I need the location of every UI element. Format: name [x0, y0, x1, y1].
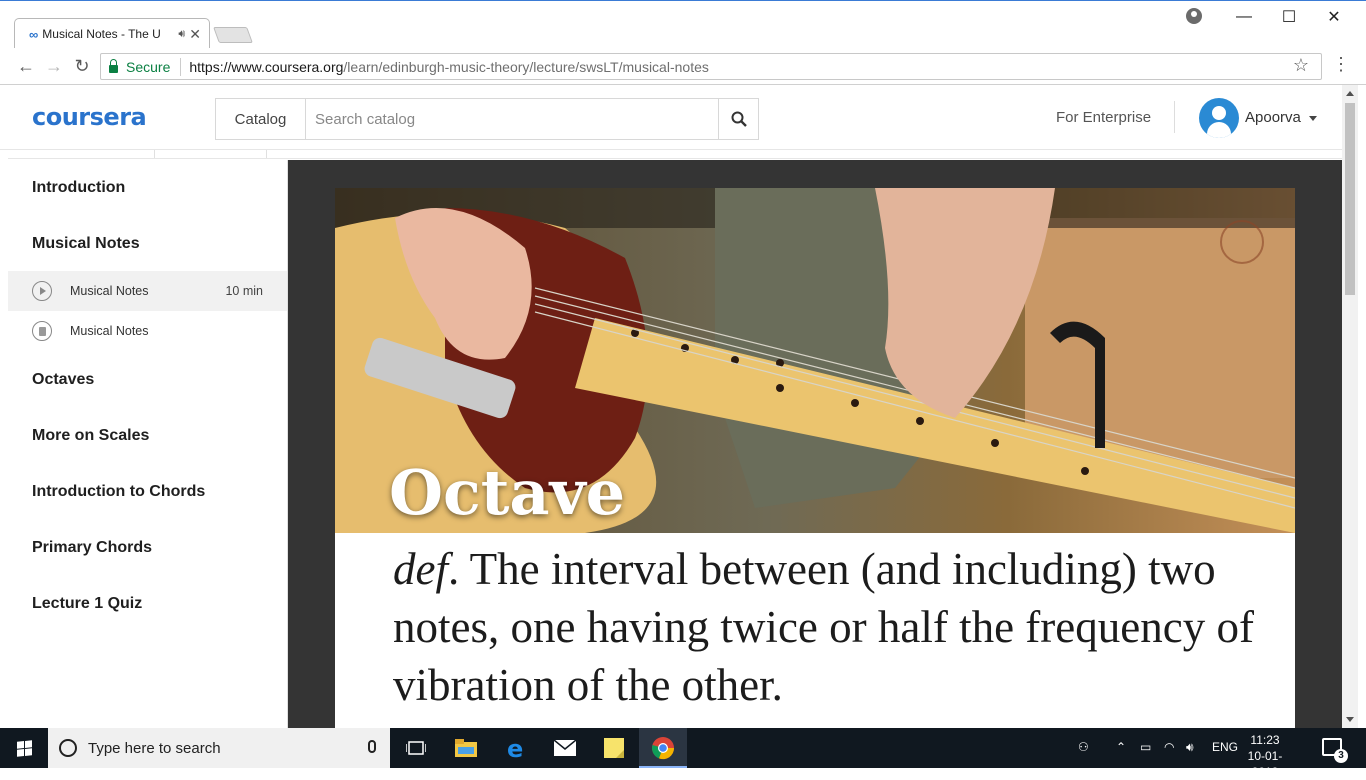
- clock-date: 10-01-2018: [1247, 749, 1283, 779]
- username[interactable]: Apoorva: [1245, 109, 1301, 126]
- browser-toolbar: ← → ↻ Secure https://www.coursera.org /l…: [0, 48, 1366, 85]
- clock-time: 11:23: [1250, 733, 1280, 747]
- notification-count-badge: 3: [1334, 749, 1348, 763]
- page-scrollbar[interactable]: [1342, 85, 1358, 728]
- lesson-more-on-scales[interactable]: More on Scales: [32, 427, 149, 445]
- url-host: https://www.coursera.org: [189, 58, 344, 75]
- task-view-icon[interactable]: [392, 728, 440, 768]
- windows-taskbar: Type here to search e ⚇ ⌃ ▭ ◠ 🔊︎ ENG 11:…: [0, 728, 1366, 779]
- play-icon: [32, 281, 52, 301]
- taskbar-search-box[interactable]: Type here to search: [48, 728, 390, 768]
- search-bar: Catalog: [215, 98, 759, 140]
- browser-tab[interactable]: ∞ Musical Notes - The U 🔊︎ ✕: [14, 18, 210, 49]
- lesson-lecture-1-quiz[interactable]: Lecture 1 Quiz: [32, 595, 142, 613]
- catalog-button[interactable]: Catalog: [216, 99, 306, 139]
- sub-navigation-strip: [8, 150, 1342, 159]
- speaker-icon[interactable]: 🔊︎: [178, 28, 185, 41]
- clock[interactable]: 11:23 10-01-2018: [1235, 732, 1295, 780]
- scroll-down-arrow-icon[interactable]: [1346, 717, 1354, 722]
- lesson-introduction-to-chords[interactable]: Introduction to Chords: [32, 483, 205, 501]
- microphone-icon[interactable]: [368, 740, 376, 753]
- edinburgh-seal-logo: [1220, 220, 1264, 264]
- edge-browser-icon[interactable]: e: [492, 728, 540, 768]
- slide-title: Octave: [389, 456, 626, 529]
- forward-arrow-icon[interactable]: →: [42, 54, 66, 78]
- address-bar[interactable]: Secure https://www.coursera.org /learn/e…: [100, 53, 1322, 80]
- url-path: /learn/edinburgh-music-theory/lecture/sw…: [343, 58, 709, 75]
- wifi-icon[interactable]: ◠: [1164, 740, 1174, 754]
- video-player[interactable]: Octave def. The interval between (and in…: [288, 160, 1342, 728]
- secure-label: Secure: [126, 58, 171, 75]
- subnav-divider: [154, 150, 155, 158]
- search-button[interactable]: [718, 99, 758, 139]
- search-input[interactable]: [306, 99, 718, 139]
- tab-close-icon[interactable]: ✕: [189, 26, 201, 43]
- lecture-item-musical-notes-video[interactable]: Musical Notes 10 min: [8, 271, 287, 311]
- definition-prefix: def: [393, 544, 448, 594]
- lesson-introduction[interactable]: Introduction: [32, 179, 125, 197]
- lesson-primary-chords[interactable]: Primary Chords: [32, 539, 152, 557]
- chevron-up-icon[interactable]: ⌃: [1116, 740, 1126, 754]
- avatar[interactable]: [1199, 98, 1239, 138]
- reading-icon: [32, 321, 52, 341]
- mail-icon[interactable]: [541, 728, 589, 768]
- back-arrow-icon[interactable]: ←: [14, 54, 38, 78]
- scrollbar-thumb[interactable]: [1345, 103, 1355, 295]
- browser-title-bar: ∞ Musical Notes - The U 🔊︎ ✕ — ☐ ✕: [0, 0, 1366, 49]
- lecture-slide: Octave def. The interval between (and in…: [335, 188, 1295, 728]
- file-explorer-icon[interactable]: [442, 728, 490, 768]
- subnav-divider: [266, 150, 267, 158]
- minimize-button[interactable]: —: [1221, 5, 1267, 29]
- chrome-icon[interactable]: [639, 728, 687, 768]
- slide-definition: def. The interval between (and including…: [393, 540, 1273, 714]
- course-sidebar: Introduction Musical Notes Musical Notes…: [8, 160, 288, 728]
- lesson-musical-notes[interactable]: Musical Notes: [32, 235, 140, 253]
- new-tab-button[interactable]: [213, 27, 253, 43]
- lecture-item-musical-notes-reading[interactable]: Musical Notes: [8, 311, 287, 351]
- taskbar-search-placeholder: Type here to search: [88, 739, 221, 757]
- bookmark-star-icon[interactable]: ☆: [1293, 55, 1309, 76]
- reload-icon[interactable]: ↻: [70, 54, 94, 78]
- profile-icon[interactable]: [1186, 8, 1202, 24]
- tab-title: Musical Notes - The U: [42, 27, 161, 41]
- svg-text:e: e: [507, 737, 523, 759]
- browser-menu-icon[interactable]: ⋮: [1332, 54, 1350, 75]
- address-separator: [180, 57, 182, 76]
- lesson-octaves[interactable]: Octaves: [32, 371, 94, 389]
- close-window-button[interactable]: ✕: [1311, 5, 1357, 29]
- people-icon[interactable]: ⚇: [1078, 740, 1089, 754]
- windows-logo-icon: [16, 739, 32, 757]
- sticky-notes-icon[interactable]: [590, 728, 638, 768]
- cortana-icon: [59, 739, 77, 757]
- for-enterprise-link[interactable]: For Enterprise: [1056, 109, 1151, 126]
- chevron-down-icon[interactable]: [1309, 116, 1317, 121]
- volume-icon[interactable]: 🔊︎: [1186, 740, 1194, 755]
- maximize-button[interactable]: ☐: [1266, 5, 1312, 29]
- site-header: coursera Catalog For Enterprise Apoorva: [0, 85, 1342, 150]
- start-button[interactable]: [0, 728, 48, 768]
- header-divider: [1174, 101, 1175, 133]
- coursera-logo[interactable]: coursera: [32, 103, 147, 131]
- coursera-favicon-icon: ∞: [29, 26, 38, 42]
- search-icon: [731, 111, 747, 127]
- definition-body: . The interval between (and including) t…: [393, 544, 1254, 710]
- lock-icon: [109, 58, 118, 73]
- lecture-item-duration: 10 min: [225, 284, 263, 298]
- scroll-up-arrow-icon[interactable]: [1346, 91, 1354, 96]
- lecture-item-label: Musical Notes: [70, 284, 149, 298]
- lecture-item-label: Musical Notes: [70, 324, 149, 338]
- battery-icon[interactable]: ▭: [1140, 740, 1151, 754]
